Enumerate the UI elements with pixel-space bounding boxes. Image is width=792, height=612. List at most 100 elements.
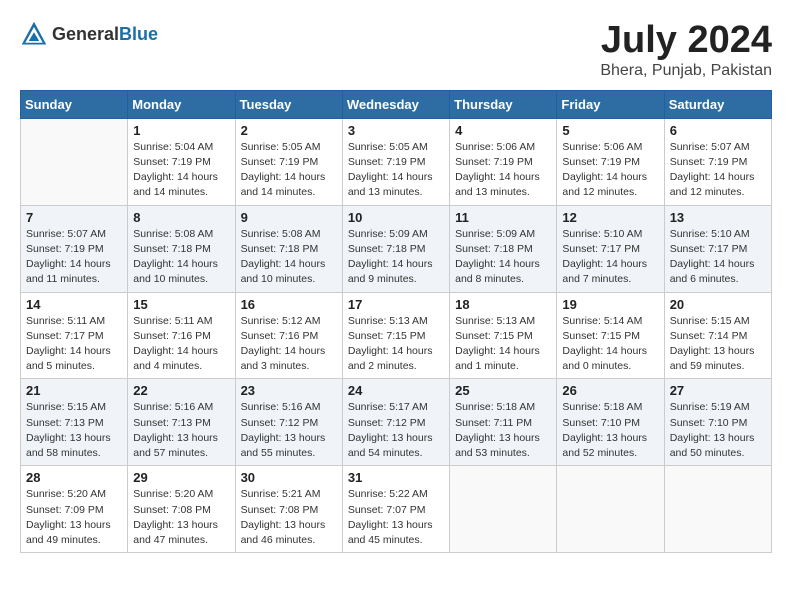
day-info: Sunrise: 5:14 AM Sunset: 7:15 PM Dayligh… [562,314,658,375]
day-info: Sunrise: 5:04 AM Sunset: 7:19 PM Dayligh… [133,140,229,201]
day-number: 23 [241,383,337,398]
day-info: Sunrise: 5:05 AM Sunset: 7:19 PM Dayligh… [348,140,444,201]
calendar-week-row: 7 Sunrise: 5:07 AM Sunset: 7:19 PM Daylig… [21,205,772,292]
day-info: Sunrise: 5:06 AM Sunset: 7:19 PM Dayligh… [455,140,551,201]
day-number: 20 [670,297,766,312]
calendar-title: July 2024 [600,20,772,62]
day-info: Sunrise: 5:20 AM Sunset: 7:09 PM Dayligh… [26,487,122,548]
calendar-cell: 29Sunrise: 5:20 AM Sunset: 7:08 PM Dayli… [128,466,235,553]
day-info: Sunrise: 5:12 AM Sunset: 7:16 PM Dayligh… [241,314,337,375]
day-number: 17 [348,297,444,312]
calendar-cell: 17Sunrise: 5:13 AM Sunset: 7:15 PM Dayli… [342,292,449,379]
logo: General Blue [20,20,158,48]
day-info: Sunrise: 5:13 AM Sunset: 7:15 PM Dayligh… [455,314,551,375]
weekday-header-saturday: Saturday [664,90,771,118]
day-info: Sunrise: 5:08 AM Sunset: 7:18 PM Dayligh… [133,227,229,288]
logo-icon [20,20,48,48]
calendar-cell: 21 Sunrise: 5:15 AM Sunset: 7:13 PM Dayli… [21,379,128,466]
calendar-cell: 24Sunrise: 5:17 AM Sunset: 7:12 PM Dayli… [342,379,449,466]
day-number: 1 [133,123,229,138]
calendar-cell: 27Sunrise: 5:19 AM Sunset: 7:10 PM Dayli… [664,379,771,466]
day-number: 13 [670,210,766,225]
calendar-cell [450,466,557,553]
day-number: 4 [455,123,551,138]
day-info: Sunrise: 5:19 AM Sunset: 7:10 PM Dayligh… [670,400,766,461]
weekday-header-row: SundayMondayTuesdayWednesdayThursdayFrid… [21,90,772,118]
day-info: Sunrise: 5:15 AM Sunset: 7:14 PM Dayligh… [670,314,766,375]
weekday-header-friday: Friday [557,90,664,118]
weekday-header-monday: Monday [128,90,235,118]
day-info: Sunrise: 5:07 AM Sunset: 7:19 PM Dayligh… [670,140,766,201]
calendar-cell [557,466,664,553]
day-info: Sunrise: 5:05 AM Sunset: 7:19 PM Dayligh… [241,140,337,201]
calendar-location: Bhera, Punjab, Pakistan [600,62,772,80]
day-number: 26 [562,383,658,398]
day-number: 14 [26,297,122,312]
weekday-header-tuesday: Tuesday [235,90,342,118]
calendar-cell: 19 Sunrise: 5:14 AM Sunset: 7:15 PM Dayli… [557,292,664,379]
calendar-cell: 12 Sunrise: 5:10 AM Sunset: 7:17 PM Dayli… [557,205,664,292]
day-number: 21 [26,383,122,398]
day-number: 8 [133,210,229,225]
logo-blue-text: Blue [119,24,158,45]
day-number: 22 [133,383,229,398]
day-number: 2 [241,123,337,138]
day-number: 7 [26,210,122,225]
day-info: Sunrise: 5:10 AM Sunset: 7:17 PM Dayligh… [670,227,766,288]
day-info: Sunrise: 5:18 AM Sunset: 7:10 PM Dayligh… [562,400,658,461]
calendar-cell: 7 Sunrise: 5:07 AM Sunset: 7:19 PM Daylig… [21,205,128,292]
day-info: Sunrise: 5:16 AM Sunset: 7:12 PM Dayligh… [241,400,337,461]
day-info: Sunrise: 5:10 AM Sunset: 7:17 PM Dayligh… [562,227,658,288]
day-info: Sunrise: 5:11 AM Sunset: 7:17 PM Dayligh… [26,314,122,375]
calendar-cell: 28 Sunrise: 5:20 AM Sunset: 7:09 PM Dayli… [21,466,128,553]
calendar-cell: 22 Sunrise: 5:16 AM Sunset: 7:13 PM Dayli… [128,379,235,466]
weekday-header-wednesday: Wednesday [342,90,449,118]
day-number: 28 [26,470,122,485]
title-block: July 2024 Bhera, Punjab, Pakistan [600,20,772,80]
day-number: 12 [562,210,658,225]
day-number: 18 [455,297,551,312]
calendar-cell: 18 Sunrise: 5:13 AM Sunset: 7:15 PM Dayli… [450,292,557,379]
day-info: Sunrise: 5:21 AM Sunset: 7:08 PM Dayligh… [241,487,337,548]
calendar-week-row: 1 Sunrise: 5:04 AM Sunset: 7:19 PM Daylig… [21,118,772,205]
calendar-cell: 16 Sunrise: 5:12 AM Sunset: 7:16 PM Dayli… [235,292,342,379]
day-number: 15 [133,297,229,312]
day-info: Sunrise: 5:18 AM Sunset: 7:11 PM Dayligh… [455,400,551,461]
day-info: Sunrise: 5:22 AM Sunset: 7:07 PM Dayligh… [348,487,444,548]
day-info: Sunrise: 5:07 AM Sunset: 7:19 PM Dayligh… [26,227,122,288]
calendar-cell: 11Sunrise: 5:09 AM Sunset: 7:18 PM Dayli… [450,205,557,292]
day-info: Sunrise: 5:08 AM Sunset: 7:18 PM Dayligh… [241,227,337,288]
day-number: 25 [455,383,551,398]
day-number: 9 [241,210,337,225]
day-info: Sunrise: 5:16 AM Sunset: 7:13 PM Dayligh… [133,400,229,461]
calendar-cell: 25 Sunrise: 5:18 AM Sunset: 7:11 PM Dayli… [450,379,557,466]
weekday-header-thursday: Thursday [450,90,557,118]
weekday-header-sunday: Sunday [21,90,128,118]
calendar-cell: 10Sunrise: 5:09 AM Sunset: 7:18 PM Dayli… [342,205,449,292]
day-number: 19 [562,297,658,312]
day-info: Sunrise: 5:09 AM Sunset: 7:18 PM Dayligh… [348,227,444,288]
calendar-week-row: 21 Sunrise: 5:15 AM Sunset: 7:13 PM Dayli… [21,379,772,466]
logo-general-text: General [52,24,119,45]
day-number: 16 [241,297,337,312]
calendar-cell [664,466,771,553]
day-number: 11 [455,210,551,225]
calendar-cell: 30Sunrise: 5:21 AM Sunset: 7:08 PM Dayli… [235,466,342,553]
calendar-cell: 14 Sunrise: 5:11 AM Sunset: 7:17 PM Dayli… [21,292,128,379]
day-number: 6 [670,123,766,138]
day-number: 31 [348,470,444,485]
day-number: 5 [562,123,658,138]
calendar-cell [21,118,128,205]
calendar-cell: 23 Sunrise: 5:16 AM Sunset: 7:12 PM Dayli… [235,379,342,466]
calendar-cell: 31 Sunrise: 5:22 AM Sunset: 7:07 PM Dayli… [342,466,449,553]
calendar-cell: 26 Sunrise: 5:18 AM Sunset: 7:10 PM Dayli… [557,379,664,466]
calendar-cell: 1 Sunrise: 5:04 AM Sunset: 7:19 PM Daylig… [128,118,235,205]
calendar-cell: 4 Sunrise: 5:06 AM Sunset: 7:19 PM Daylig… [450,118,557,205]
calendar-cell: 8 Sunrise: 5:08 AM Sunset: 7:18 PM Daylig… [128,205,235,292]
calendar-cell: 5Sunrise: 5:06 AM Sunset: 7:19 PM Daylig… [557,118,664,205]
day-info: Sunrise: 5:11 AM Sunset: 7:16 PM Dayligh… [133,314,229,375]
page-header: General Blue July 2024 Bhera, Punjab, Pa… [20,20,772,80]
calendar-cell: 9 Sunrise: 5:08 AM Sunset: 7:18 PM Daylig… [235,205,342,292]
day-info: Sunrise: 5:15 AM Sunset: 7:13 PM Dayligh… [26,400,122,461]
day-number: 3 [348,123,444,138]
